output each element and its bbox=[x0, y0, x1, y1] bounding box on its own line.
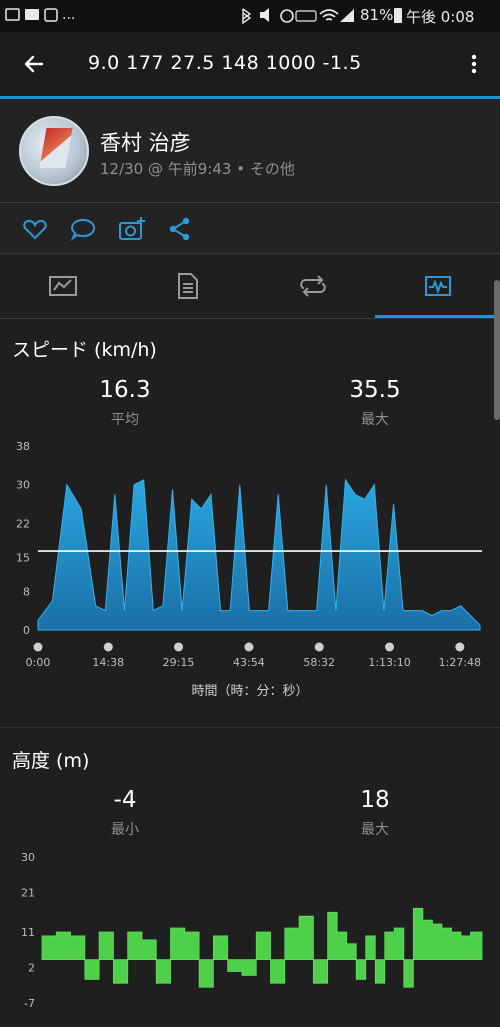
elevation-y-tick-label: 2 bbox=[28, 961, 35, 974]
speed-y-tick-label: 30 bbox=[16, 479, 30, 492]
speed-section-title: スピード (km/h) bbox=[12, 339, 157, 361]
avatar[interactable] bbox=[19, 116, 89, 186]
elevation-min-label: 最小 bbox=[111, 822, 139, 838]
share-icon[interactable] bbox=[168, 216, 192, 242]
alarm-icon bbox=[280, 9, 294, 23]
mute-icon bbox=[260, 8, 269, 22]
speed-x-tick-label: 58:32 bbox=[303, 656, 335, 669]
speed-x-tick-label: 1:13:10 bbox=[368, 656, 410, 669]
speed-max-label: 最大 bbox=[361, 412, 389, 428]
status-time: 午後 0:08 bbox=[406, 8, 475, 26]
social-actions-bar bbox=[0, 203, 500, 253]
status-bar: ... 81% 午後 0:08 bbox=[0, 0, 500, 32]
elevation-area-series bbox=[41, 907, 483, 988]
elevation-max-value: 18 bbox=[360, 787, 390, 813]
charts-icon bbox=[424, 276, 451, 296]
active-tab-indicator bbox=[375, 315, 500, 318]
elevation-y-tick-label: -7 bbox=[24, 997, 35, 1010]
scrollbar[interactable] bbox=[494, 280, 500, 420]
speed-x-tick-label: 1:27:48 bbox=[439, 656, 481, 669]
speed-y-tick-label: 15 bbox=[16, 551, 30, 564]
tab-overview[interactable] bbox=[0, 254, 125, 318]
activity-tabs bbox=[0, 254, 500, 318]
back-arrow-icon[interactable] bbox=[22, 52, 46, 76]
speed-x-tick-dot bbox=[314, 642, 324, 652]
speed-x-tick-dot bbox=[33, 642, 43, 652]
mail-icon bbox=[25, 9, 39, 20]
speed-x-tick-dot bbox=[385, 642, 395, 652]
speed-chart: 38 30 22 15 8 0 0:00 14:38 29:15 43:54 58:32 1:13:1… bbox=[16, 440, 482, 669]
speed-x-tick-label: 14:38 bbox=[92, 656, 124, 669]
elevation-y-tick-label: 11 bbox=[21, 926, 35, 939]
elevation-y-tick-label: 21 bbox=[21, 887, 35, 900]
activity-owner-header: 香村 治彦 12/30 @ 午前9:43 • その他 bbox=[0, 99, 500, 202]
battery-icon bbox=[394, 8, 402, 23]
wifi-icon bbox=[319, 9, 339, 21]
speed-max-value: 35.5 bbox=[349, 377, 401, 403]
battery-percent: 81% bbox=[360, 6, 394, 24]
speed-x-tick-dot bbox=[174, 642, 184, 652]
speed-x-tick-label: 43:54 bbox=[233, 656, 265, 669]
volte-icon bbox=[295, 10, 317, 22]
overflow-menu-icon[interactable] bbox=[462, 52, 486, 76]
speed-x-tick-label: 0:00 bbox=[26, 656, 51, 669]
speed-average-label: 平均 bbox=[111, 412, 139, 428]
speed-x-tick-dot bbox=[455, 642, 465, 652]
elevation-section-title: 高度 (m) bbox=[12, 750, 90, 772]
speed-average-value: 16.3 bbox=[99, 377, 151, 403]
map-overview-icon bbox=[48, 276, 77, 296]
speed-x-tick-dot bbox=[244, 642, 254, 652]
tab-charts[interactable] bbox=[375, 254, 500, 318]
d-app-icon bbox=[44, 8, 58, 22]
speed-area-series bbox=[37, 478, 481, 631]
signal-icon bbox=[340, 9, 354, 22]
tab-laps[interactable] bbox=[250, 254, 375, 318]
speed-y-tick-label: 8 bbox=[23, 585, 30, 598]
elevation-y-tick-label: 30 bbox=[21, 851, 35, 864]
elevation-chart: 30 21 11 2 -7 bbox=[21, 851, 483, 1010]
elevation-max-label: 最大 bbox=[361, 822, 389, 838]
add-photo-icon[interactable] bbox=[118, 215, 146, 243]
speed-x-tick-dot bbox=[103, 642, 113, 652]
elevation-min-value: -4 bbox=[113, 787, 137, 813]
owner-name: 香村 治彦 bbox=[100, 131, 191, 155]
app-bar: 9.0 177 27.5 148 1000 -1.5 bbox=[0, 32, 500, 96]
activity-title: 9.0 177 27.5 148 1000 -1.5 bbox=[88, 52, 362, 74]
activity-datetime: 12/30 @ 午前9:43 • その他 bbox=[100, 160, 295, 178]
speed-x-axis-label: 時間（時：分：秒） bbox=[191, 684, 309, 699]
photo-icon bbox=[5, 8, 20, 21]
status-more-indicator: ... bbox=[62, 7, 76, 23]
laps-loop-icon bbox=[299, 275, 326, 297]
speed-y-tick-label: 22 bbox=[16, 517, 30, 530]
like-heart-icon[interactable] bbox=[22, 217, 48, 241]
comment-icon[interactable] bbox=[70, 217, 96, 241]
speed-y-tick-label: 0 bbox=[23, 624, 30, 637]
stats-document-icon bbox=[177, 273, 198, 299]
divider bbox=[0, 318, 500, 319]
tab-stats[interactable] bbox=[125, 254, 250, 318]
divider bbox=[0, 727, 500, 728]
speed-x-tick-label: 29:15 bbox=[163, 656, 195, 669]
speed-y-tick-label: 38 bbox=[16, 440, 30, 453]
bluetooth-icon bbox=[242, 8, 252, 25]
